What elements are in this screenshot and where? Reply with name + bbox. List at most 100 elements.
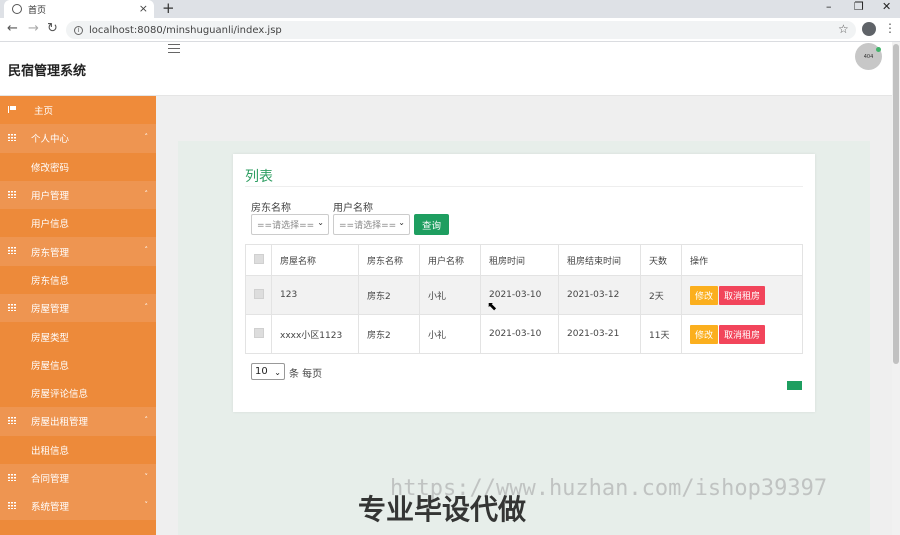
sidebar-item-label: 房屋出租管理 xyxy=(31,417,89,429)
info-icon[interactable]: i xyxy=(74,25,83,35)
user-name-cell: 小礼 xyxy=(419,314,481,354)
sidebar-item-landlord-info[interactable]: 房东信息 xyxy=(0,265,156,295)
landlord-select-value: ==请选择== xyxy=(257,221,315,231)
sidebar-item-label: 用户信息 xyxy=(31,219,70,231)
forward-arrow-icon[interactable]: → xyxy=(28,21,39,36)
sidebar-item-label: 个人中心 xyxy=(31,134,70,146)
sidebar-item-rental-info[interactable]: 出租信息 xyxy=(0,435,156,464)
sidebar-group-house-management[interactable]: 房屋管理 ˄ xyxy=(0,294,156,323)
rent-start-cell: 2021-03-10 xyxy=(480,314,559,354)
app-header: 民宿管理系统 404 xyxy=(0,42,892,96)
rent-end-cell: 2021-03-12 xyxy=(558,275,641,315)
sidebar-item-label: 房屋类型 xyxy=(31,332,70,344)
browser-tabstrip: 首页 × + – ❐ ✕ xyxy=(0,0,900,18)
sidebar-item-label: 房东信息 xyxy=(31,275,70,287)
title-divider xyxy=(245,186,803,187)
sidebar-item-label: 合同管理 xyxy=(31,474,70,485)
grid-icon xyxy=(8,473,16,481)
sidebar-item-change-password[interactable]: 修改密码 xyxy=(0,152,156,181)
sidebar-item-label: 主页 xyxy=(34,106,54,118)
select-all-cell[interactable] xyxy=(245,244,272,276)
tab-title: 首页 xyxy=(28,5,47,16)
grid-icon xyxy=(8,190,16,198)
sidebar-item-user-info[interactable]: 用户信息 xyxy=(0,209,156,238)
user-select[interactable]: ==请选择== ⌄ xyxy=(333,214,410,235)
sidebar-item-label: 用户管理 xyxy=(31,191,70,203)
column-header: 用户名称 xyxy=(419,244,481,276)
row-select-cell[interactable] xyxy=(245,275,272,315)
grid-icon xyxy=(8,247,16,255)
back-arrow-icon[interactable]: ← xyxy=(7,21,18,36)
avatar-text: 404 xyxy=(863,53,874,60)
select-all-checkbox[interactable] xyxy=(254,253,264,264)
caret-down-icon: ˅ xyxy=(144,501,149,510)
url-field[interactable]: i localhost:8080/minshuguanli/index.jsp xyxy=(66,21,856,39)
sidebar-group-user-management[interactable]: 用户管理 ˄ xyxy=(0,180,156,210)
minimize-button[interactable]: – xyxy=(826,0,832,13)
list-card: 列表 房东名称 ==请选择== ⌄ 用户名称 ==请选择== ⌄ 查询 房屋名称… xyxy=(233,154,815,412)
house-name-cell: 123 xyxy=(271,275,359,315)
caret-up-icon: ˄ xyxy=(144,189,149,198)
browser-tab[interactable]: 首页 × xyxy=(4,0,154,18)
cancel-rental-button[interactable]: 取消租房 xyxy=(719,285,766,305)
actions-cell: 修改 取消租房 xyxy=(681,275,803,315)
edit-button[interactable]: 修改 xyxy=(690,324,719,344)
cancel-rental-button[interactable]: 取消租房 xyxy=(719,324,766,344)
row-checkbox[interactable] xyxy=(254,327,264,338)
user-name-cell: 小礼 xyxy=(419,275,481,315)
restore-button[interactable]: ❐ xyxy=(854,0,864,13)
sidebar-item-label: 修改密码 xyxy=(31,162,70,174)
sidebar-group-personal-center[interactable]: 个人中心 ˄ xyxy=(0,124,156,153)
caret-up-icon: ˄ xyxy=(144,303,149,312)
sidebar: 主页 个人中心 ˄ 修改密码 用户管理 ˄ 用户信息 房东管理 ˄ 房东信息 房… xyxy=(0,96,156,535)
landlord-filter-label: 房东名称 xyxy=(251,203,291,214)
flag-icon xyxy=(8,106,16,113)
grid-icon xyxy=(8,502,16,510)
pagination-button[interactable] xyxy=(787,381,802,390)
chevron-down-icon: ⌄ xyxy=(317,218,324,227)
column-header: 租房时间 xyxy=(480,244,559,276)
reload-icon[interactable]: ↻ xyxy=(47,21,58,36)
caret-up-icon: ˄ xyxy=(144,416,149,425)
landlord-select[interactable]: ==请选择== ⌄ xyxy=(251,214,329,235)
address-bar-row: ← → ↻ i localhost:8080/minshuguanli/inde… xyxy=(0,18,900,42)
landlord-name-cell: 房东2 xyxy=(358,275,420,315)
sidebar-group-rental-management[interactable]: 房屋出租管理 ˄ xyxy=(0,407,156,436)
rental-table: 房屋名称 房东名称 用户名称 租房时间 租房结束时间 天数 操作 123 房东2 xyxy=(245,244,803,354)
scrollbar-thumb[interactable] xyxy=(893,44,899,364)
online-status-dot xyxy=(876,47,881,52)
table-header-row: 房屋名称 房东名称 用户名称 租房时间 租房结束时间 天数 操作 xyxy=(245,244,803,276)
sidebar-group-landlord-management[interactable]: 房东管理 ˄ xyxy=(0,237,156,266)
new-tab-button[interactable]: + xyxy=(162,0,175,17)
row-select-cell[interactable] xyxy=(245,314,272,354)
row-checkbox[interactable] xyxy=(254,288,264,299)
window-close-button[interactable]: ✕ xyxy=(882,0,891,13)
table-row: xxxx小区1123 房东2 小礼 2021-03-10 2021-03-21 … xyxy=(245,314,803,354)
page-size-select[interactable]: 10 ⌄ xyxy=(251,363,285,380)
bookmark-star-icon[interactable]: ☆ xyxy=(838,22,849,36)
sidebar-group-system-management[interactable]: 系统管理 ˅ xyxy=(0,492,156,521)
sidebar-group-contract-management[interactable]: 合同管理 ˅ xyxy=(0,463,156,493)
sidebar-item-house-type[interactable]: 房屋类型 xyxy=(0,322,156,351)
sidebar-item-house-info[interactable]: 房屋信息 xyxy=(0,350,156,379)
sidebar-item-home[interactable]: 主页 xyxy=(0,96,156,125)
sidebar-item-label: 房屋管理 xyxy=(31,304,70,316)
sidebar-item-house-comments[interactable]: 房屋评论信息 xyxy=(0,378,156,408)
column-header: 租房结束时间 xyxy=(558,244,641,276)
sidebar-item-label: 房东管理 xyxy=(31,247,70,259)
chevron-down-icon: ⌄ xyxy=(274,368,281,377)
hamburger-menu-icon[interactable] xyxy=(168,44,180,53)
sidebar-item-label: 房屋评论信息 xyxy=(31,389,89,401)
query-button[interactable]: 查询 xyxy=(414,214,449,235)
edit-button[interactable]: 修改 xyxy=(690,285,719,305)
profile-icon[interactable] xyxy=(862,22,876,36)
watermark-caption: 专业毕设代做 xyxy=(358,493,527,526)
table-row: 123 房东2 小礼 2021-03-10 2021-03-12 2天 修改 取消… xyxy=(245,275,803,315)
avatar[interactable]: 404 xyxy=(855,43,882,70)
column-header: 操作 xyxy=(681,244,803,276)
browser-menu-icon[interactable]: ⋮ xyxy=(884,21,896,35)
grid-icon xyxy=(8,304,16,312)
tab-close-icon[interactable]: × xyxy=(139,2,148,15)
sidebar-item-label: 房屋信息 xyxy=(31,360,70,372)
page-scrollbar[interactable] xyxy=(892,42,900,535)
